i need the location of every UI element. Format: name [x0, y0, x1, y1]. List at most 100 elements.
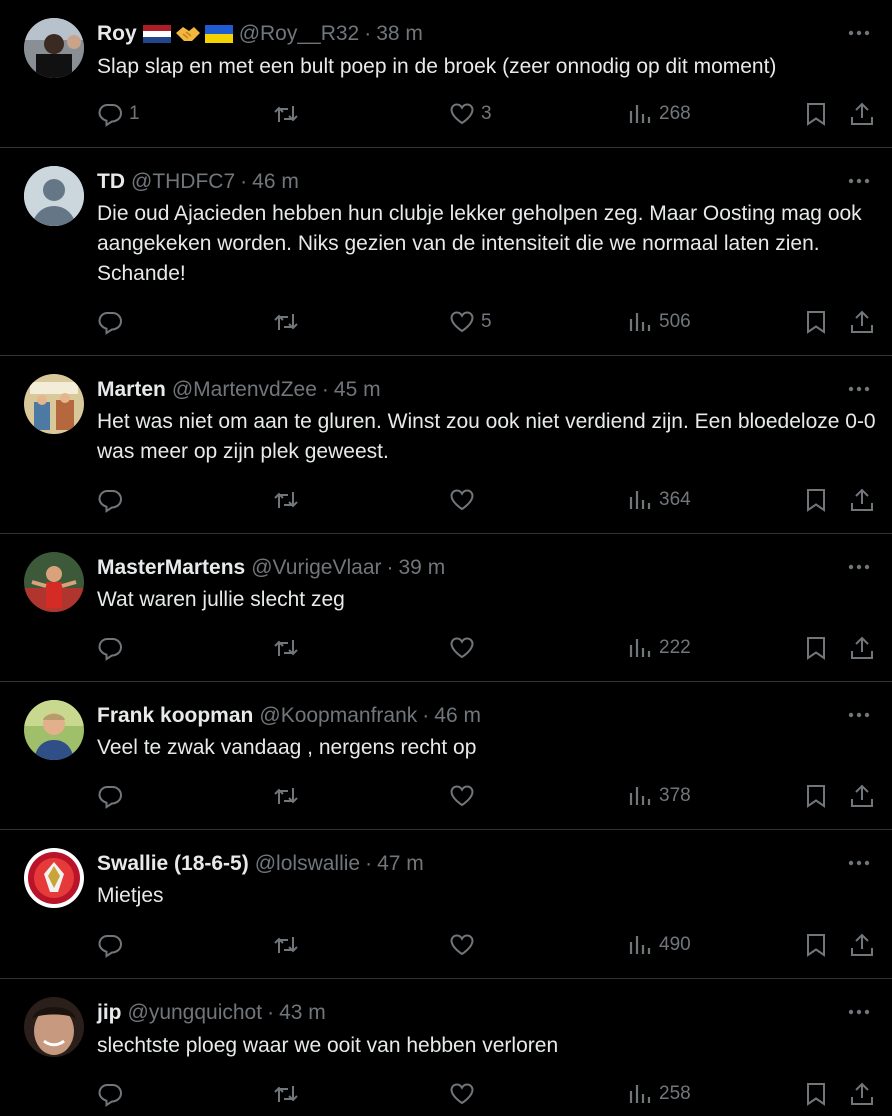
author-handle[interactable]: @THDFC7: [131, 170, 235, 194]
views-chart-icon: [629, 313, 651, 331]
tweet-text: Wat waren jullie slecht zeg: [97, 588, 345, 611]
reply-button[interactable]: 1: [97, 99, 140, 129]
bookmark-button[interactable]: [803, 1079, 829, 1109]
avatar[interactable]: [24, 997, 84, 1057]
bookmark-button[interactable]: [803, 930, 829, 960]
retweet-button[interactable]: [273, 781, 305, 811]
like-button[interactable]: [449, 485, 481, 515]
share-button[interactable]: [849, 307, 875, 337]
avatar[interactable]: [24, 374, 84, 434]
timestamp[interactable]: 38 m: [376, 22, 423, 46]
retweet-button[interactable]: [273, 1079, 305, 1109]
reply-button[interactable]: [97, 307, 129, 337]
reply-button[interactable]: [97, 1079, 129, 1109]
action-bar: 378: [97, 781, 877, 811]
timestamp[interactable]: 46 m: [434, 704, 481, 728]
timestamp[interactable]: 45 m: [334, 378, 381, 402]
share-button[interactable]: [849, 99, 875, 129]
views-button[interactable]: 258: [627, 1079, 691, 1109]
reply-button[interactable]: [97, 485, 129, 515]
like-button[interactable]: 5: [449, 307, 492, 337]
avatar[interactable]: [24, 700, 84, 760]
views-button[interactable]: 490: [627, 930, 691, 960]
author-name[interactable]: MasterMartens: [97, 556, 245, 580]
share-button[interactable]: [849, 1079, 875, 1109]
more-options-icon[interactable]: [846, 376, 872, 402]
tweet-text: Veel te zwak vandaag , nergens recht op: [97, 736, 477, 759]
author-handle[interactable]: @Roy__R32: [239, 22, 360, 46]
bookmark-button[interactable]: [803, 485, 829, 515]
author-handle[interactable]: @MartenvdZee: [172, 378, 317, 402]
like-button[interactable]: 3: [449, 99, 492, 129]
share-button[interactable]: [849, 781, 875, 811]
views-button[interactable]: 364: [627, 485, 691, 515]
author-handle[interactable]: @lolswallie: [255, 852, 360, 876]
reply-button[interactable]: [97, 930, 129, 960]
retweet-button[interactable]: [273, 307, 305, 337]
more-options-icon[interactable]: [846, 702, 872, 728]
tweet[interactable]: Marten @MartenvdZee · 45 m Het was niet …: [0, 356, 892, 534]
more-options-icon[interactable]: [846, 554, 872, 580]
retweet-icon: [274, 492, 298, 508]
heart-icon: [450, 637, 474, 659]
avatar[interactable]: [24, 552, 84, 612]
tweet[interactable]: Roy @Roy__R32 · 38 m Slap slap en met ee…: [0, 0, 892, 148]
bookmark-icon: [807, 103, 825, 126]
author-name[interactable]: Frank koopman: [97, 704, 253, 728]
more-options-icon[interactable]: [846, 850, 872, 876]
bookmark-button[interactable]: [803, 99, 829, 129]
tweet[interactable]: MasterMartens @VurigeVlaar · 39 m Wat wa…: [0, 534, 892, 682]
reply-icon: [98, 786, 123, 809]
reply-icon: [98, 312, 123, 335]
bookmark-button[interactable]: [803, 633, 829, 663]
author-handle[interactable]: @VurigeVlaar: [251, 556, 381, 580]
views-button[interactable]: 378: [627, 781, 691, 811]
author-handle[interactable]: @Koopmanfrank: [259, 704, 417, 728]
avatar[interactable]: [24, 18, 84, 78]
timestamp[interactable]: 47 m: [377, 852, 424, 876]
retweet-icon: [274, 937, 298, 953]
author-name[interactable]: jip: [97, 1001, 122, 1025]
action-bar: 490: [97, 930, 877, 960]
like-button[interactable]: [449, 781, 481, 811]
author-name[interactable]: TD: [97, 170, 125, 194]
like-button[interactable]: [449, 633, 481, 663]
author-name[interactable]: Roy: [97, 22, 137, 46]
tweet[interactable]: Frank koopman @Koopmanfrank · 46 m Veel …: [0, 682, 892, 830]
retweet-button[interactable]: [273, 485, 305, 515]
share-icon: [851, 488, 873, 511]
more-options-icon[interactable]: [846, 168, 872, 194]
share-button[interactable]: [849, 930, 875, 960]
retweet-button[interactable]: [273, 633, 305, 663]
views-button[interactable]: 506: [627, 307, 691, 337]
avatar[interactable]: [24, 848, 84, 908]
avatar[interactable]: [24, 166, 84, 226]
timestamp[interactable]: 43 m: [279, 1001, 326, 1025]
share-button[interactable]: [849, 485, 875, 515]
tweet-text: slechtste ploeg waar we ooit van hebben …: [97, 1034, 559, 1057]
view-count: 222: [659, 637, 691, 658]
author-handle[interactable]: @yungquichot: [128, 1001, 263, 1025]
tweet[interactable]: Swallie (18-6-5) @lolswallie · 47 m Miet…: [0, 830, 892, 979]
bookmark-button[interactable]: [803, 307, 829, 337]
ukraine-flag-icon: [204, 25, 233, 43]
share-button[interactable]: [849, 633, 875, 663]
tweet[interactable]: TD @THDFC7 · 46 m Die oud Ajacieden hebb…: [0, 148, 892, 356]
tweet-text: Die oud Ajacieden hebben hun clubje lekk…: [97, 202, 862, 285]
author-name[interactable]: Marten: [97, 378, 166, 402]
reply-button[interactable]: [97, 781, 129, 811]
like-button[interactable]: [449, 930, 481, 960]
timestamp[interactable]: 46 m: [252, 170, 299, 194]
bookmark-button[interactable]: [803, 781, 829, 811]
more-options-icon[interactable]: [846, 20, 872, 46]
retweet-button[interactable]: [273, 99, 305, 129]
timestamp[interactable]: 39 m: [399, 556, 446, 580]
retweet-button[interactable]: [273, 930, 305, 960]
views-button[interactable]: 268: [627, 99, 691, 129]
more-options-icon[interactable]: [846, 999, 872, 1025]
like-button[interactable]: [449, 1079, 481, 1109]
views-button[interactable]: 222: [627, 633, 691, 663]
author-name[interactable]: Swallie (18-6-5): [97, 852, 249, 876]
reply-button[interactable]: [97, 633, 129, 663]
tweet[interactable]: jip @yungquichot · 43 m slechtste ploeg …: [0, 979, 892, 1116]
